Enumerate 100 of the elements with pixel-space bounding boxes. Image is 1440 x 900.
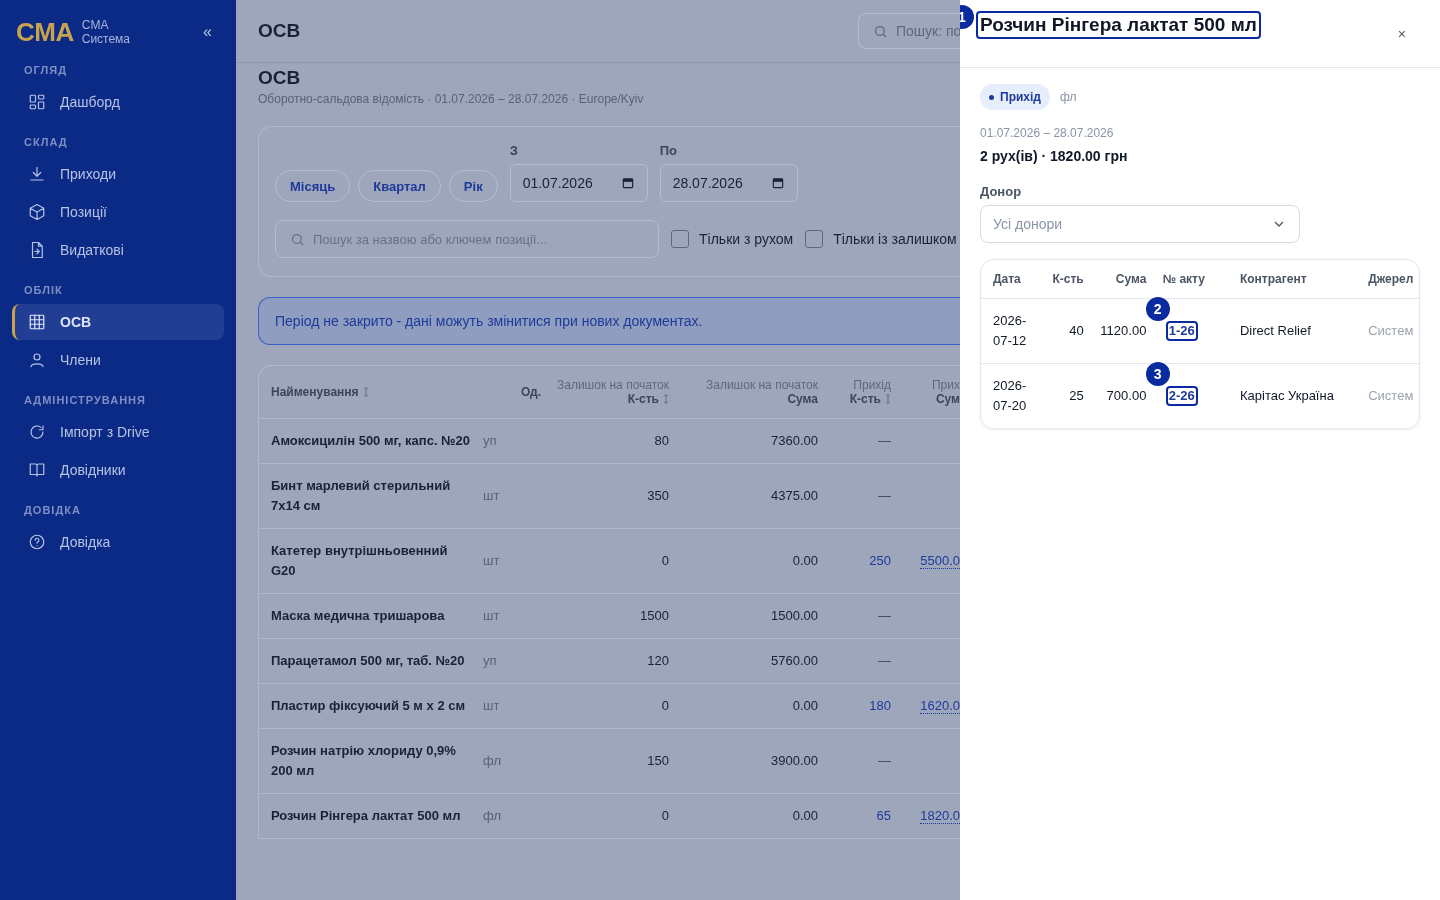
column-header: К-сть (1037, 260, 1084, 299)
table-cell: шт (471, 593, 541, 639)
column-header: Дата (981, 260, 1037, 299)
table-cell: 700.00 (1083, 363, 1147, 428)
table-cell: Бинт марлевий стерильний 7x14 см (259, 463, 471, 529)
table-cell: 0 (541, 528, 669, 594)
refresh-icon (28, 423, 46, 441)
table-cell: шт (471, 528, 541, 594)
sort-icon[interactable] (362, 386, 369, 398)
sidebar-item[interactable]: Видаткові (12, 232, 224, 268)
table-cell: 0.00 (669, 528, 818, 594)
table-cell: 2026-07-12 (981, 298, 1037, 364)
table-cell: 65 (818, 793, 891, 838)
sidebar-item[interactable]: Члени (12, 342, 224, 378)
section-title: СКЛАД (23, 135, 69, 150)
table-cell: Катетер внутрішньовенний G20 (259, 528, 471, 594)
table-cell: 80 (541, 418, 669, 464)
checkbox-label: Тільки з рухом (699, 231, 794, 247)
table-cell: уп (471, 638, 541, 684)
drawer-title: Розчин Рінгера лактат 500 мл (976, 10, 1261, 39)
section-title: ДОВІДКА (23, 503, 82, 518)
column-header: № акту (1146, 260, 1205, 299)
sidebar-item[interactable]: Довідники (12, 452, 224, 488)
act-link[interactable]: 2-26 (1165, 386, 1198, 406)
table-cell: — (818, 418, 891, 464)
table-cell: 1500.00 (669, 593, 818, 639)
collapse-button[interactable]: « (195, 23, 220, 41)
section-title: ОБЛІК (23, 283, 64, 298)
sidebar-item[interactable]: ОСВ (12, 304, 224, 340)
table-cell: Систем (1344, 298, 1419, 364)
calendar-icon[interactable] (770, 176, 785, 190)
date-label: З (509, 143, 519, 158)
act-link[interactable]: 1-26 (1165, 321, 1198, 341)
date-field[interactable]: 28.07.2026 (659, 164, 798, 202)
cube-icon (28, 203, 46, 221)
status-tag: Прихід (980, 84, 1050, 110)
unit-label: фл (1059, 90, 1077, 104)
table-cell: Карітас Україна (1204, 363, 1345, 428)
column-header[interactable]: Залишок на початок К-сть (541, 366, 669, 419)
date-field[interactable]: 01.07.2026 (509, 164, 648, 202)
table-cell: Пластир фіксуючий 5 м х 2 см (259, 683, 471, 729)
column-header: Джерел (1344, 260, 1419, 299)
column-header: Од. (471, 366, 541, 419)
checkbox[interactable] (671, 230, 689, 248)
sidebar-item[interactable]: Імпорт з Drive (12, 414, 224, 450)
table-cell: — (818, 593, 891, 639)
table-cell: 0.00 (669, 683, 818, 729)
sort-icon[interactable] (885, 393, 891, 405)
column-header: Контрагент (1204, 260, 1345, 299)
table-cell: Маска медична тришарова (259, 593, 471, 639)
page-subtitle: Оборотно-сальдова відомість · 01.07.2026 – 28.07.2026 · Europe/Kyiv (258, 92, 645, 106)
download-icon (28, 165, 46, 183)
period-text: 01.07.2026 – 28.07.2026 (980, 126, 1115, 140)
search-icon (290, 231, 305, 247)
table-cell: 250 (818, 528, 891, 594)
logo: CMA (16, 16, 74, 48)
checkbox-label: Тільки із залишком (833, 231, 957, 247)
page-title: ОСВ (258, 20, 301, 42)
column-header: Залишок на початок Сума (669, 366, 818, 419)
column-header: Сума (1083, 260, 1147, 299)
table-cell: Розчин Рінгера лактат 500 мл (259, 793, 471, 838)
sort-icon[interactable] (663, 393, 669, 405)
table-cell: 4375.00 (669, 463, 818, 529)
sidebar-item[interactable]: Довідка (12, 524, 224, 560)
table-cell: — (818, 463, 891, 529)
table-cell: 0 (541, 793, 669, 838)
grid-icon (28, 93, 46, 111)
table-cell: 150 (541, 728, 669, 794)
book-icon (28, 461, 46, 479)
table-cell: Парацетамол 500 мг, таб. №20 (259, 638, 471, 684)
table-cell: 180 (818, 683, 891, 729)
date-label: По (659, 143, 678, 158)
table-cell: фл (471, 728, 541, 794)
hint-badge: 3 (1145, 362, 1170, 386)
table-cell: шт (471, 463, 541, 529)
table-cell: 0 (541, 683, 669, 729)
table-icon (28, 313, 46, 331)
checkbox[interactable] (805, 230, 824, 248)
hint-badge: 2 (1145, 297, 1170, 321)
table-cell: 3900.00 (669, 728, 818, 794)
sidebar-item[interactable]: Приходи (12, 156, 224, 192)
alert-banner: Період не закрито - дані можуть змінитися при нових документах. (258, 297, 960, 345)
close-button[interactable]: × (1391, 24, 1412, 43)
brand-subtitle: Система (81, 32, 132, 46)
table-cell: 2026-07-20 (981, 363, 1037, 428)
sidebar-item[interactable]: Дашборд (12, 84, 224, 120)
help-icon (28, 533, 46, 551)
table-cell: уп (471, 418, 541, 464)
column-header[interactable]: Найменування (259, 366, 471, 419)
table-cell: Систем (1344, 363, 1419, 428)
calendar-icon[interactable] (620, 176, 635, 190)
table-cell: 40 (1037, 298, 1084, 364)
section-title: ОГЛЯД (23, 63, 68, 78)
brand-name: CMA (81, 18, 110, 32)
user-icon (28, 351, 46, 369)
table-cell: — (818, 728, 891, 794)
table-cell: 0.00 (669, 793, 818, 838)
section-title: АДМІНІСТРУВАННЯ (23, 393, 147, 408)
sidebar-item[interactable]: Позиції (12, 194, 224, 230)
column-header[interactable]: Прихід К-сть (818, 366, 891, 419)
